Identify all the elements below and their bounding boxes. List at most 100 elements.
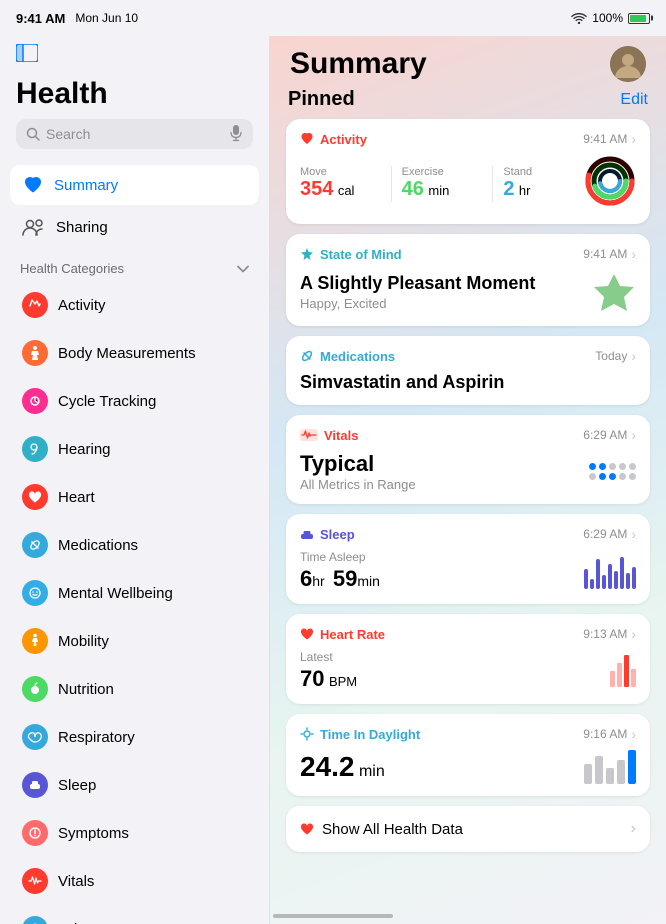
hr-time-row: 9:13 AM › <box>583 626 636 642</box>
vitals-card-time: 6:29 AM <box>583 428 627 442</box>
sidebar-toggle-icon[interactable] <box>16 44 38 62</box>
medications-header: Medications Today › <box>300 348 636 364</box>
vitals-header: Vitals 6:29 AM › <box>300 427 636 443</box>
activity-card[interactable]: Activity 9:41 AM › Move 354 cal <box>286 119 650 224</box>
sidebar-item-respiratory[interactable]: Respiratory <box>10 714 259 760</box>
sleep-bar-7 <box>620 557 624 589</box>
sidebar-item-vitals-label: Vitals <box>58 873 94 890</box>
vitals-icon <box>22 868 48 894</box>
status-date: Mon Jun 10 <box>75 11 138 25</box>
chevron-down-icon <box>237 265 249 273</box>
hr-value-row: 70 BPM <box>300 666 357 692</box>
dot-2 <box>599 463 606 470</box>
heart-rate-card[interactable]: Heart Rate 9:13 AM › Latest 70 BPM <box>286 614 650 704</box>
daylight-content: 24.2 min <box>300 750 636 784</box>
health-categories-label: Health Categories <box>20 261 124 276</box>
people-icon <box>22 217 46 237</box>
dot-5 <box>629 463 636 470</box>
state-subtext: Happy, Excited <box>300 296 535 311</box>
sidebar-item-vitals[interactable]: Vitals <box>10 858 259 904</box>
exercise-metric: Exercise 46 min <box>402 166 483 201</box>
sidebar-item-body-measurements[interactable]: Body Measurements <box>10 330 259 376</box>
dot-6 <box>589 473 596 480</box>
sleep-card-title: Sleep <box>320 527 355 542</box>
vitals-heading: Typical <box>300 451 416 477</box>
state-of-mind-header: State of Mind 9:41 AM › <box>300 246 636 262</box>
sidebar-item-other-data[interactable]: Other Data <box>10 906 259 924</box>
status-bar: 9:41 AM Mon Jun 10 100% <box>0 0 666 36</box>
sidebar-item-mental-wellbeing-label: Mental Wellbeing <box>58 585 173 602</box>
main-title: Summary <box>290 47 427 81</box>
dot-7 <box>599 473 606 480</box>
activity-card-icon <box>300 132 314 146</box>
hr-bar-2 <box>617 663 622 687</box>
sidebar-item-sleep[interactable]: Sleep <box>10 762 259 808</box>
state-heading: A Slightly Pleasant Moment <box>300 273 535 294</box>
sleep-card-time: 6:29 AM <box>583 527 627 541</box>
state-content: A Slightly Pleasant Moment Happy, Excite… <box>300 270 636 314</box>
dl-bar-5 <box>628 750 636 784</box>
daylight-value: 24.2 <box>300 751 355 782</box>
daylight-card-time: 9:16 AM <box>583 727 627 741</box>
hr-label: Latest <box>300 650 357 664</box>
med-time-row: Today › <box>595 348 636 364</box>
sidebar-item-medications[interactable]: Medications <box>10 522 259 568</box>
sidebar-item-mobility-label: Mobility <box>58 633 109 650</box>
battery-percent: 100% <box>592 11 623 25</box>
sidebar-item-sharing[interactable]: Sharing <box>10 207 259 247</box>
avatar[interactable] <box>610 46 646 82</box>
sidebar-item-heart[interactable]: Heart <box>10 474 259 520</box>
sleep-hours: 6hr 59min <box>300 566 380 591</box>
sleep-bar-8 <box>626 573 630 589</box>
daylight-visualization <box>584 750 636 784</box>
sidebar-item-hearing-label: Hearing <box>58 441 111 458</box>
search-bar[interactable]: Search <box>16 119 253 149</box>
move-label: Move <box>300 166 381 178</box>
vitals-card[interactable]: Vitals 6:29 AM › Typical All Metrics in … <box>286 415 650 504</box>
mental-wellbeing-icon <box>22 580 48 606</box>
hr-value: 70 <box>300 666 324 691</box>
battery-icon <box>628 13 650 24</box>
state-text-block: A Slightly Pleasant Moment Happy, Excite… <box>300 273 535 311</box>
time-in-daylight-card[interactable]: Time In Daylight 9:16 AM › 24.2 min <box>286 714 650 796</box>
sidebar-item-hearing[interactable]: Hearing <box>10 426 259 472</box>
sidebar-item-symptoms[interactable]: Symptoms <box>10 810 259 856</box>
daylight-chevron: › <box>631 726 636 742</box>
med-heading: Simvastatin and Aspirin <box>300 372 636 393</box>
sidebar-item-summary[interactable]: Summary <box>10 165 259 205</box>
activity-card-time: 9:41 AM <box>583 132 627 146</box>
state-time-row: 9:41 AM › <box>583 246 636 262</box>
medications-card[interactable]: Medications Today › Simvastatin and Aspi… <box>286 336 650 405</box>
hr-bar-4 <box>631 669 636 687</box>
stand-unit: hr <box>519 183 531 198</box>
activity-time-row: 9:41 AM › <box>583 131 636 147</box>
dot-4 <box>619 463 626 470</box>
sidebar-item-cycle-tracking[interactable]: Cycle Tracking <box>10 378 259 424</box>
sidebar-item-mental-wellbeing[interactable]: Mental Wellbeing <box>10 570 259 616</box>
activity-card-header: Activity 9:41 AM › <box>300 131 636 147</box>
move-value: 354 <box>300 178 333 200</box>
daylight-time-row: 9:16 AM › <box>583 726 636 742</box>
metric-divider-2 <box>492 166 493 202</box>
state-card-title: State of Mind <box>320 247 402 262</box>
sidebar-item-nutrition[interactable]: Nutrition <box>10 666 259 712</box>
show-all-row[interactable]: Show All Health Data › <box>286 806 650 852</box>
state-of-mind-card[interactable]: State of Mind 9:41 AM › A Slightly Pleas… <box>286 234 650 326</box>
sleep-card[interactable]: Sleep 6:29 AM › Time Asleep 6hr 59min <box>286 514 650 604</box>
sidebar-toggle-area[interactable] <box>0 36 269 67</box>
sleep-card-icon <box>300 527 314 541</box>
move-value-row: 354 cal <box>300 178 381 201</box>
symptoms-icon <box>22 820 48 846</box>
show-all-chevron: › <box>631 820 636 838</box>
sleep-content: Time Asleep 6hr 59min <box>300 550 636 592</box>
stand-metric: Stand 2 hr <box>503 166 584 201</box>
sidebar-item-activity[interactable]: Activity <box>10 282 259 328</box>
main-content: Summary Pinned Edit <box>270 36 666 924</box>
activity-rings-svg <box>584 155 636 207</box>
sidebar-item-mobility[interactable]: Mobility <box>10 618 259 664</box>
med-chevron: › <box>631 348 636 364</box>
edit-button[interactable]: Edit <box>620 91 648 109</box>
sidebar-item-respiratory-label: Respiratory <box>58 729 135 746</box>
state-of-mind-icon <box>300 247 314 261</box>
med-title-row: Medications <box>300 349 395 364</box>
